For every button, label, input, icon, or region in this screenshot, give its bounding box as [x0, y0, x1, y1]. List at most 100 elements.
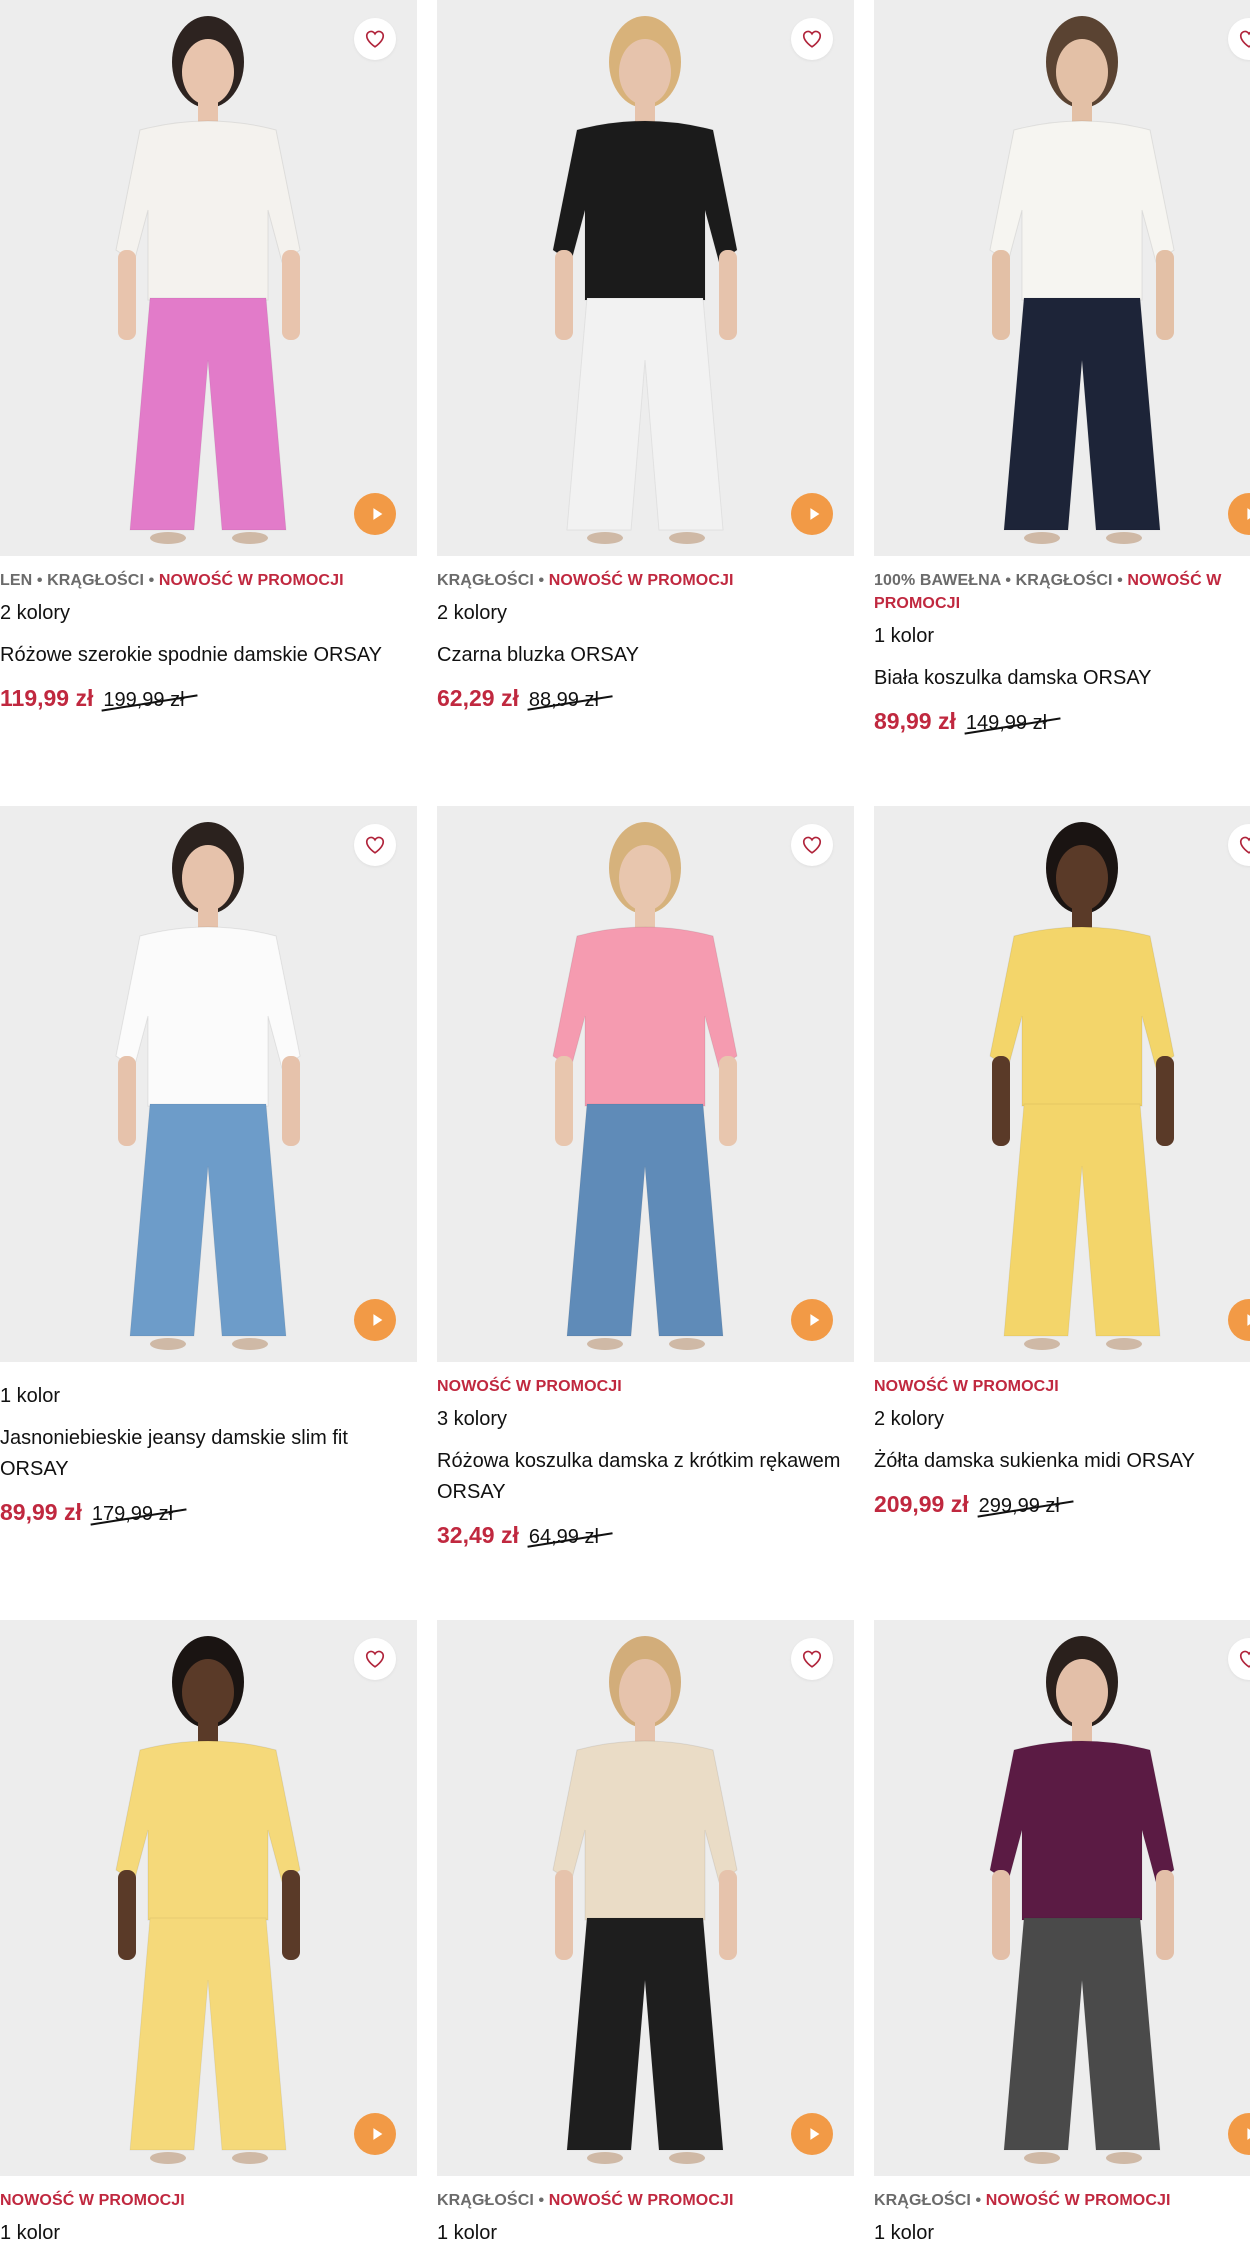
add-to-favorites-button[interactable]	[791, 1638, 833, 1680]
product-tags: KRĄGŁOŚCI • NOWOŚĆ W PROMOCJI	[437, 569, 854, 592]
product-card[interactable]: NOWOŚĆ W PROMOCJI 2 kolory Żółta damska su…	[874, 806, 1250, 1518]
color-count: 1 kolor	[874, 625, 935, 647]
product-card[interactable]: LEN • KRĄGŁOŚCI • NOWOŚĆ W PROMOCJI 2 kol…	[0, 0, 417, 712]
product-tags: KRĄGŁOŚCI • NOWOŚĆ W PROMOCJI	[874, 2189, 1250, 2212]
play-video-button[interactable]	[791, 1299, 833, 1341]
color-count: 3 kolory	[437, 1408, 508, 1430]
add-to-favorites-button[interactable]	[354, 824, 396, 866]
product-photo	[437, 1620, 854, 2176]
price-row: 89,99 zł 149,99 zł	[874, 708, 1250, 735]
product-card[interactable]: NOWOŚĆ W PROMOCJI 1 kolor	[0, 1620, 417, 2246]
original-price: 179,99 zł	[91, 1503, 174, 1525]
price-row: 89,99 zł 179,99 zł	[0, 1499, 417, 1526]
color-count: 2 kolory	[0, 602, 71, 624]
tag-separator: •	[1005, 572, 1012, 589]
heart-outline-icon	[1238, 834, 1250, 856]
play-icon	[1242, 505, 1250, 523]
play-video-button[interactable]	[354, 493, 396, 535]
product-tags: KRĄGŁOŚCI • NOWOŚĆ W PROMOCJI	[437, 2189, 854, 2212]
color-count: 1 kolor	[0, 1385, 61, 1407]
original-price: 199,99 zł	[103, 689, 185, 711]
color-count: 1 kolor	[0, 2222, 61, 2244]
product-title[interactable]: Jasnoniebieskie jeansy damskie slim fit …	[0, 1423, 417, 1485]
original-price: 299,99 zł	[978, 1495, 1060, 1517]
product-title[interactable]: Różowa koszulka damska z krótkim rękawem…	[437, 1446, 854, 1508]
play-icon	[368, 1311, 386, 1329]
promo-tag: NOWOŚĆ W PROMOCJI	[158, 572, 344, 589]
heart-outline-icon	[364, 834, 386, 856]
product-tags: NOWOŚĆ W PROMOCJI	[437, 1375, 854, 1398]
product-photo	[0, 1620, 417, 2176]
sale-price: 32,49 zł	[437, 1522, 519, 1548]
tag-separator: •	[538, 572, 545, 589]
product-image[interactable]	[874, 1620, 1250, 2176]
price-row: 32,49 zł 64,99 zł	[437, 1522, 854, 1549]
heart-outline-icon	[801, 1648, 823, 1670]
product-tag: 100% BAWEŁNA	[874, 572, 1001, 589]
product-image[interactable]	[437, 806, 854, 1362]
product-title[interactable]: Czarna bluzka ORSAY	[437, 640, 854, 671]
color-count: 1 kolor	[874, 2222, 935, 2244]
product-tags: NOWOŚĆ W PROMOCJI	[874, 1375, 1250, 1398]
tag-separator: •	[148, 572, 155, 589]
product-photo	[437, 806, 854, 1362]
play-icon	[805, 2125, 823, 2143]
add-to-favorites-button[interactable]	[354, 18, 396, 60]
play-icon	[805, 505, 823, 523]
add-to-favorites-button[interactable]	[354, 1638, 396, 1680]
product-tag: KRĄGŁOŚCI	[437, 2192, 534, 2209]
heart-outline-icon	[364, 1648, 386, 1670]
product-card[interactable]: 1 kolor Jasnoniebieskie jeansy damskie sl…	[0, 806, 417, 1526]
play-video-button[interactable]	[791, 493, 833, 535]
color-count: 2 kolory	[437, 602, 508, 624]
sale-price: 119,99 zł	[0, 685, 94, 711]
tag-separator: •	[538, 2192, 545, 2209]
promo-tag: NOWOŚĆ W PROMOCJI	[985, 2192, 1171, 2209]
product-image[interactable]	[874, 806, 1250, 1362]
product-image[interactable]	[437, 1620, 854, 2176]
product-image[interactable]	[0, 0, 417, 556]
play-icon	[1242, 1311, 1250, 1329]
product-tag: KRĄGŁOŚCI	[1015, 572, 1113, 589]
product-photo	[874, 0, 1250, 556]
product-tag: KRĄGŁOŚCI	[47, 572, 145, 589]
product-card[interactable]: KRĄGŁOŚCI • NOWOŚĆ W PROMOCJI 1 kolor	[874, 1620, 1250, 2246]
product-image[interactable]	[0, 1620, 417, 2176]
add-to-favorites-button[interactable]	[791, 18, 833, 60]
heart-outline-icon	[1238, 28, 1250, 50]
promo-tag: NOWOŚĆ W PROMOCJI	[548, 572, 734, 589]
add-to-favorites-button[interactable]	[791, 824, 833, 866]
product-title[interactable]: Żółta damska sukienka midi ORSAY	[874, 1446, 1250, 1477]
play-video-button[interactable]	[354, 2113, 396, 2155]
play-video-button[interactable]	[791, 2113, 833, 2155]
product-title[interactable]: Biała koszulka damska ORSAY	[874, 663, 1250, 694]
price-row: 62,29 zł 88,99 zł	[437, 685, 854, 712]
product-title[interactable]: Różowe szerokie spodnie damskie ORSAY	[0, 640, 417, 671]
play-icon	[368, 2125, 386, 2143]
product-photo	[0, 806, 417, 1362]
promo-tag: NOWOŚĆ W PROMOCJI	[437, 1378, 622, 1395]
promo-tag: NOWOŚĆ W PROMOCJI	[874, 1378, 1059, 1395]
product-photo	[874, 806, 1250, 1362]
promo-tag: NOWOŚĆ W PROMOCJI	[548, 2192, 734, 2209]
product-card[interactable]: NOWOŚĆ W PROMOCJI 3 kolory Różowa koszulka…	[437, 806, 854, 1549]
sale-price: 89,99 zł	[0, 1499, 82, 1525]
product-image[interactable]	[437, 0, 854, 556]
tag-separator: •	[36, 572, 43, 589]
play-video-button[interactable]	[354, 1299, 396, 1341]
heart-outline-icon	[801, 834, 823, 856]
product-card[interactable]: 100% BAWEŁNA • KRĄGŁOŚCI • NOWOŚĆ W PROM…	[874, 0, 1250, 735]
product-tags: LEN • KRĄGŁOŚCI • NOWOŚĆ W PROMOCJI	[0, 569, 417, 592]
color-count: 1 kolor	[437, 2222, 498, 2244]
heart-outline-icon	[801, 28, 823, 50]
color-count: 2 kolory	[874, 1408, 945, 1430]
product-image[interactable]	[0, 806, 417, 1362]
play-icon	[805, 1311, 823, 1329]
product-photo	[874, 1620, 1250, 2176]
product-image[interactable]	[874, 0, 1250, 556]
product-card[interactable]: KRĄGŁOŚCI • NOWOŚĆ W PROMOCJI 2 kolory Cza…	[437, 0, 854, 712]
promo-tag: NOWOŚĆ W PROMOCJI	[0, 2192, 185, 2209]
product-card[interactable]: KRĄGŁOŚCI • NOWOŚĆ W PROMOCJI 1 kolor	[437, 1620, 854, 2246]
tag-separator: •	[1117, 572, 1123, 589]
original-price: 64,99 zł	[528, 1526, 599, 1548]
